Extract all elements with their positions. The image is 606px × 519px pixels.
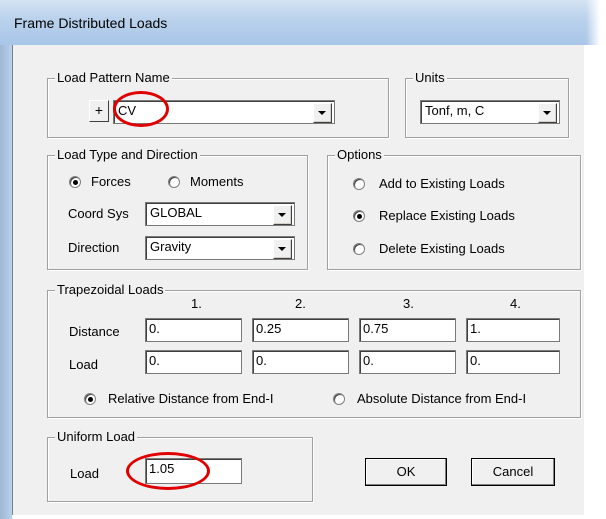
window-edge-fade (586, 0, 606, 519)
load-field-2[interactable]: 0. (252, 350, 349, 374)
delete-existing-radio[interactable] (353, 243, 365, 255)
distance-field-2[interactable]: 0.25 (252, 318, 349, 342)
load-pattern-group-label: Load Pattern Name (55, 70, 172, 85)
coord-sys-select[interactable]: GLOBAL (145, 202, 295, 226)
load-pattern-dropdown-button[interactable] (313, 103, 332, 123)
trapezoidal-group-label: Trapezoidal Loads (55, 282, 166, 297)
moments-label[interactable]: Moments (190, 174, 243, 190)
uniform-load-group-label: Uniform Load (55, 429, 138, 444)
units-dropdown-button[interactable] (538, 103, 557, 123)
chevron-down-icon (278, 213, 286, 217)
radio-selected-dot (88, 397, 93, 402)
load-label: Load (69, 357, 98, 372)
highlight-ring (126, 452, 210, 490)
distance-field-1[interactable]: 0. (145, 318, 242, 342)
forces-radio[interactable] (69, 176, 81, 188)
coord-sys-value: GLOBAL (150, 205, 203, 220)
delete-existing-label[interactable]: Delete Existing Loads (379, 241, 505, 257)
absolute-distance-label[interactable]: Absolute Distance from End-I (357, 391, 526, 407)
coord-sys-dropdown-button[interactable] (273, 205, 292, 225)
units-group-label: Units (413, 70, 447, 85)
coord-sys-label: Coord Sys (68, 206, 129, 221)
load-type-group-label: Load Type and Direction (55, 147, 200, 162)
column-header-2: 2. (295, 296, 306, 311)
replace-existing-radio[interactable] (353, 210, 365, 222)
absolute-distance-radio[interactable] (333, 393, 345, 405)
chevron-down-icon (543, 111, 551, 115)
direction-select[interactable]: Gravity (145, 236, 295, 260)
radio-selected-dot (357, 214, 362, 219)
add-load-pattern-button[interactable]: + (89, 100, 109, 122)
column-header-4: 4. (510, 296, 521, 311)
direction-label: Direction (68, 240, 120, 255)
ok-button[interactable]: OK (365, 458, 447, 486)
add-existing-label[interactable]: Add to Existing Loads (379, 176, 505, 192)
options-group-label: Options (335, 147, 384, 162)
relative-distance-radio[interactable] (84, 393, 96, 405)
distance-label: Distance (69, 324, 120, 339)
column-header-1: 1. (191, 296, 202, 311)
replace-existing-label[interactable]: Replace Existing Loads (379, 208, 515, 224)
forces-label[interactable]: Forces (91, 174, 131, 190)
chevron-down-icon (278, 247, 286, 251)
add-existing-radio[interactable] (353, 178, 365, 190)
window-title: Frame Distributed Loads (14, 15, 168, 31)
distance-field-4[interactable]: 1. (466, 318, 560, 342)
distance-field-3[interactable]: 0.75 (359, 318, 456, 342)
load-field-1[interactable]: 0. (145, 350, 242, 374)
column-header-3: 3. (403, 296, 414, 311)
window-frame-left (0, 45, 12, 519)
direction-value: Gravity (150, 239, 192, 254)
chevron-down-icon (318, 111, 326, 115)
highlight-ring (113, 91, 169, 127)
relative-distance-label[interactable]: Relative Distance from End-I (108, 391, 273, 407)
load-field-3[interactable]: 0. (359, 350, 456, 374)
radio-selected-dot (73, 180, 78, 185)
direction-dropdown-button[interactable] (273, 239, 292, 259)
units-select[interactable]: Tonf, m, C (420, 100, 560, 124)
units-value: Tonf, m, C (425, 103, 485, 118)
load-field-4[interactable]: 0. (466, 350, 560, 374)
cancel-button[interactable]: Cancel (471, 458, 555, 486)
uniform-load-label: Load (70, 466, 99, 481)
moments-radio[interactable] (168, 176, 180, 188)
